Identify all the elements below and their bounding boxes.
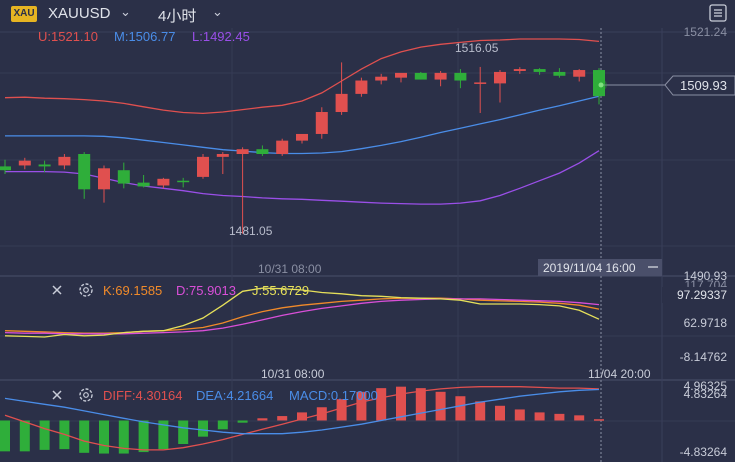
macd-hist-bar — [554, 413, 565, 421]
y-tick-label: 62.9718 — [684, 316, 728, 330]
macd-hist-bar — [475, 401, 486, 421]
y-tick-label: -8.14762 — [680, 350, 728, 364]
candle-body — [355, 80, 368, 94]
macd-diff-legend: DIFF:4.30164 — [103, 388, 183, 403]
candle-body — [256, 149, 269, 154]
candle-body — [375, 76, 388, 81]
candle-body — [157, 178, 170, 186]
y-tick-label: 1521.24 — [684, 25, 728, 39]
candle-body — [276, 140, 289, 154]
macd-hist-bar — [574, 415, 585, 421]
lower-band-line — [5, 150, 600, 205]
kdj-j-legend: J:55.6729 — [252, 283, 309, 298]
macd-hist-bar — [415, 388, 426, 421]
upper-band-legend: U:1521.10 — [38, 29, 98, 44]
macd-hist-bar — [79, 420, 90, 453]
macd-dea-legend: DEA:4.21664 — [196, 388, 273, 403]
candle-body — [18, 160, 31, 166]
candle-body — [78, 153, 91, 190]
macd-hist-bar — [455, 396, 466, 421]
macd-hist-bar — [514, 409, 525, 421]
middle-band-line — [5, 95, 600, 155]
macd-hist-bar — [594, 419, 604, 421]
kdj-d-legend: D:75.9013 — [176, 283, 236, 298]
candle-body — [58, 156, 71, 166]
y-tick-label: 4.83264 — [684, 387, 728, 401]
chart-canvas[interactable]: U:1521.10 M:1506.77 L:1492.45 1521.24 14… — [0, 0, 735, 462]
candle-body — [414, 72, 427, 80]
macd-settings-gear-icon[interactable] — [79, 388, 93, 402]
candle-body — [533, 69, 546, 72]
macd-hist-bar — [435, 391, 446, 421]
x-tick-label: 11/04 20:00 — [588, 367, 651, 381]
current-price-label: 1509.93 — [680, 78, 727, 93]
macd-hist-bar — [237, 420, 248, 423]
macd-hist-bar — [178, 420, 189, 445]
candle-body — [137, 182, 150, 187]
candle-body — [216, 153, 229, 157]
kdj-close-icon[interactable] — [52, 285, 62, 295]
macd-hist-bar — [0, 420, 10, 452]
macd-hist-bar — [277, 416, 288, 421]
candle-body — [0, 166, 11, 171]
candle-body — [98, 168, 110, 190]
candle-body — [177, 180, 190, 183]
crosshair-time-tag: 2019/11/04 16:00 — [538, 259, 662, 276]
kdj-settings-gear-icon[interactable] — [79, 283, 93, 297]
x-tick-label: 10/31 08:00 — [261, 367, 325, 381]
current-price-dot — [598, 82, 604, 88]
candle-body — [197, 156, 209, 177]
candle-body — [573, 70, 586, 77]
candle-body — [315, 112, 328, 134]
macd-hist-bar — [217, 420, 228, 430]
lower-band-legend: L:1492.45 — [192, 29, 250, 44]
candle-body — [474, 82, 487, 84]
middle-band-legend: M:1506.77 — [114, 29, 175, 44]
kdj-k-legend: K:69.1585 — [103, 283, 162, 298]
y-tick-label: 97.29337 — [677, 288, 727, 302]
candle-body — [236, 149, 249, 154]
macd-close-icon[interactable] — [52, 390, 62, 400]
macd-hist-bar — [257, 418, 268, 421]
macd-hist-bar — [138, 420, 149, 453]
candle-body — [494, 71, 506, 84]
macd-hist-bar — [198, 420, 208, 437]
candle-body — [38, 164, 51, 167]
low-annotation: 1481.05 — [229, 224, 273, 238]
candle-body — [296, 133, 308, 141]
macd-hist-bar — [19, 420, 30, 452]
candle-body — [434, 72, 447, 80]
y-tick-label: -4.83264 — [680, 445, 728, 459]
price-chart — [0, 38, 605, 234]
crosshair-time-label: 2019/11/04 16:00 — [543, 261, 636, 275]
macd-value-legend: MACD:0.17000 — [289, 388, 378, 403]
candle-body — [117, 170, 130, 184]
macd-hist-bar — [99, 420, 109, 454]
x-tick-label: 10/31 08:00 — [258, 262, 322, 276]
candle-body — [395, 72, 407, 78]
macd-hist-bar — [39, 420, 50, 450]
high-annotation: 1516.05 — [455, 41, 499, 55]
candle-body — [335, 93, 348, 113]
candle-body — [553, 71, 566, 76]
macd-hist-bar — [495, 405, 505, 421]
candle-body — [513, 69, 526, 71]
upper-band-line — [4, 38, 600, 115]
macd-hist-bar — [534, 412, 545, 421]
macd-hist-bar — [396, 386, 406, 421]
candle-body — [454, 72, 467, 81]
current-price-tag: 1509.93 — [603, 75, 735, 96]
